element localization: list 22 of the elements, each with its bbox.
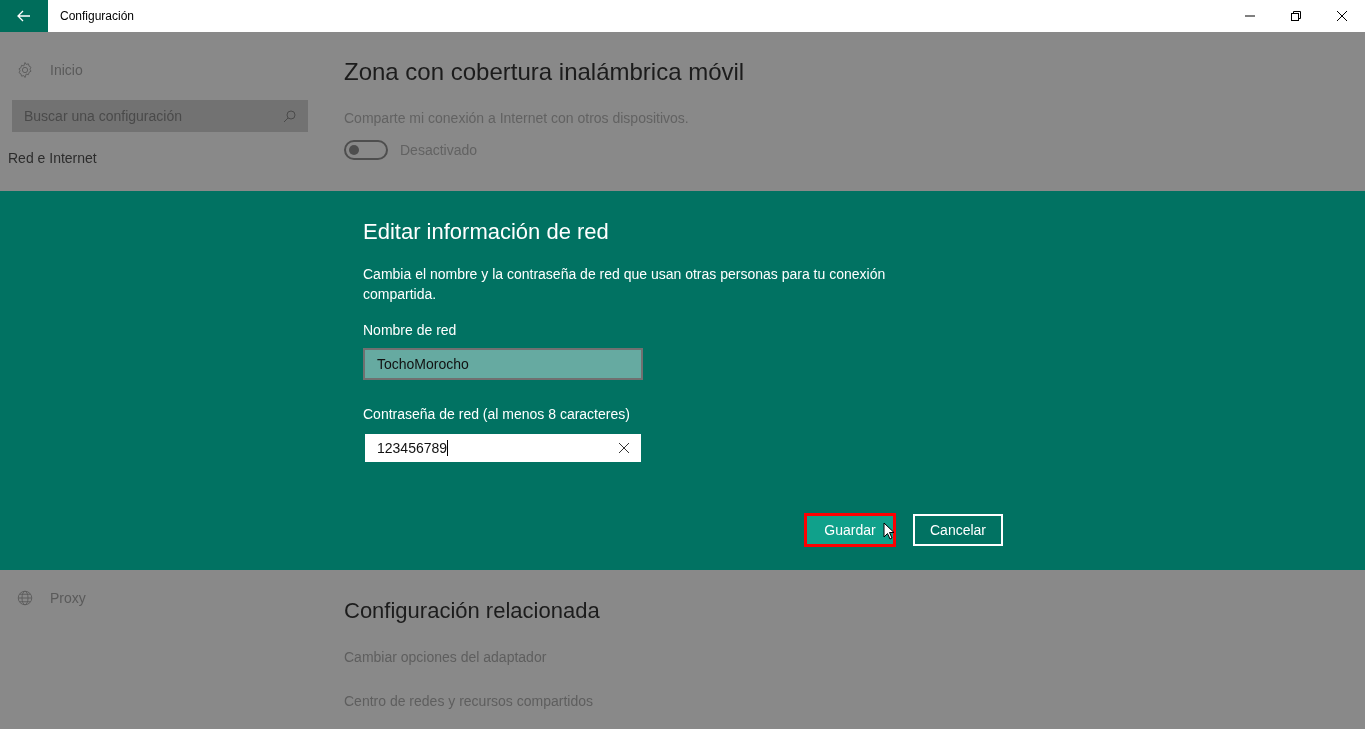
close-icon <box>1337 11 1347 21</box>
input-field[interactable]: TochoMorocho <box>363 348 643 380</box>
search-icon <box>283 109 296 123</box>
dialog-title: Editar información de red <box>363 218 610 246</box>
cancel-button[interactable]: Cancelar <box>913 514 1003 546</box>
field-label: Nombre de red <box>363 321 458 340</box>
gear-icon <box>16 61 34 79</box>
input-field[interactable]: 123456789 <box>363 432 643 464</box>
restore-icon <box>1291 11 1301 21</box>
field-label: Contraseña de red (al menos 8 caracteres) <box>363 405 631 424</box>
mouse-cursor-icon <box>883 522 895 540</box>
section-title: Configuración relacionada <box>344 597 600 625</box>
dialog-description: Cambia el nombre y la contraseña de red que usan otras personas para tu conexión compartida. <box>363 265 887 304</box>
globe-icon <box>16 589 34 607</box>
clear-icon[interactable] <box>619 443 629 453</box>
toggle-switch[interactable] <box>344 140 388 160</box>
save-button[interactable]: Guardar <box>805 514 895 546</box>
section-title: Zona con cobertura inalámbrica móvil <box>344 57 745 87</box>
back-arrow-icon <box>17 10 31 22</box>
back-button[interactable] <box>0 0 48 32</box>
section-heading: Red e Internet <box>8 149 98 168</box>
window-title: Configuración <box>60 8 135 24</box>
